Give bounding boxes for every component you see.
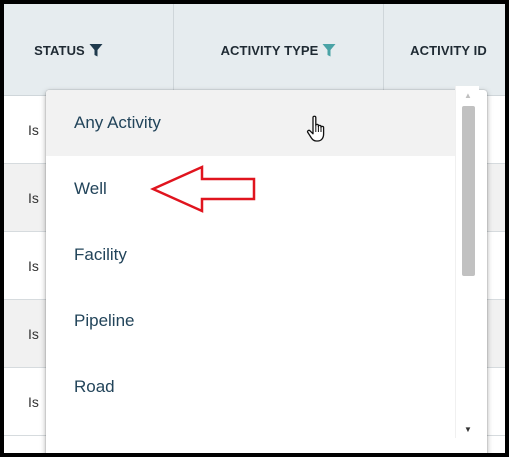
table-header: STATUS ACTIVITY TYPE ACTIVITY ID (4, 4, 505, 96)
dropdown-option-any-activity[interactable]: Any Activity (46, 90, 459, 156)
dropdown-option-list: Any Activity Well Facility Pipeline Road (46, 90, 459, 420)
column-header-label: ACTIVITY ID (410, 42, 487, 58)
column-header-activity-type[interactable]: ACTIVITY TYPE (174, 4, 384, 96)
dropdown-option-pipeline[interactable]: Pipeline (46, 288, 459, 354)
dropdown-scrollbar[interactable]: ▲ ▼ (455, 86, 479, 438)
dropdown-option-facility[interactable]: Facility (46, 222, 459, 288)
red-left-arrow-icon (150, 165, 256, 213)
dropdown-option-road[interactable]: Road (46, 354, 459, 420)
status-cell: Is (28, 190, 39, 206)
funnel-filled-icon[interactable] (89, 43, 103, 57)
status-cell: Is (28, 394, 39, 410)
column-header-label: STATUS (34, 42, 85, 58)
funnel-filled-icon[interactable] (322, 43, 336, 57)
status-cell: Is (28, 258, 39, 274)
scroll-thumb[interactable] (462, 106, 475, 276)
hand-pointer-icon (306, 115, 325, 142)
scroll-down-arrow-icon[interactable]: ▼ (456, 422, 480, 436)
scroll-up-arrow-icon[interactable]: ▲ (456, 88, 480, 102)
status-cell: Is (28, 122, 39, 138)
status-cell: Is (28, 326, 39, 342)
activity-type-dropdown[interactable]: Any Activity Well Facility Pipeline Road (46, 90, 487, 453)
column-header-status[interactable]: STATUS (4, 4, 174, 96)
screenshot-frame: STATUS ACTIVITY TYPE ACTIVITY ID Is Is I… (4, 4, 505, 453)
column-header-activity-id[interactable]: ACTIVITY ID (384, 4, 505, 96)
column-header-label: ACTIVITY TYPE (220, 42, 319, 58)
